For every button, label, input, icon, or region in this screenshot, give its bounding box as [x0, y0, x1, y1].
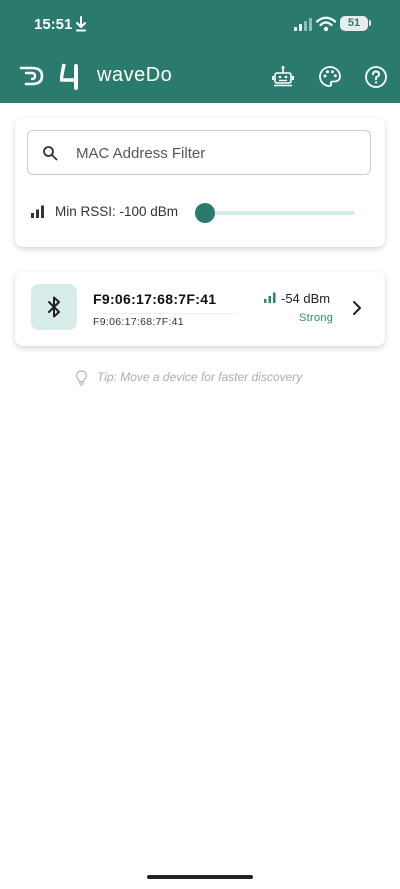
app-title: waveDo: [97, 64, 173, 86]
rssi-slider-thumb[interactable]: [195, 203, 215, 223]
rssi-slider-track[interactable]: [205, 211, 355, 215]
lightbulb-icon: [75, 370, 88, 386]
battery-tip: [369, 20, 371, 26]
status-bar: 15:51 51: [0, 0, 400, 48]
filter-card: Min RSSI: -100 dBm: [15, 118, 385, 247]
app-header: 15:51 51 waveDo: [0, 0, 400, 103]
download-icon: [76, 16, 86, 32]
min-rssi-label: Min RSSI: -100 dBm: [55, 204, 179, 219]
palette-icon[interactable]: [318, 65, 342, 89]
mac-filter-field[interactable]: [27, 130, 371, 175]
device-name: F9:06:17:68:7F:41: [93, 291, 217, 307]
device-card[interactable]: F9:06:17:68:7F:41 F9:06:17:68:7F:41 -54 …: [15, 272, 385, 346]
home-indicator[interactable]: [147, 875, 253, 879]
tip-text: Tip: Move a device for faster discovery: [97, 370, 303, 384]
signal-strength-icon: [31, 205, 44, 218]
device-mac: F9:06:17:68:7F:41: [93, 316, 184, 328]
divider: [93, 313, 238, 314]
signal-quality-label: Strong: [299, 312, 334, 324]
device-icon-tile: [31, 284, 77, 330]
chevron-right-icon[interactable]: [351, 300, 363, 316]
four-logo-icon: [60, 63, 78, 90]
device-rssi: -54 dBm: [281, 291, 331, 306]
search-icon: [43, 146, 58, 161]
mac-filter-input[interactable]: [76, 142, 356, 164]
cellular-signal-icon: [294, 18, 312, 31]
rssi-slider[interactable]: [195, 203, 355, 223]
help-icon[interactable]: [364, 65, 388, 89]
status-time: 15:51: [34, 16, 73, 33]
robot-icon[interactable]: [271, 64, 295, 88]
bluetooth-icon: [48, 296, 60, 318]
battery-icon: 51: [340, 16, 368, 31]
wifi-icon: [316, 16, 336, 32]
signal-strength-icon: [264, 292, 276, 303]
d-logo-icon: [19, 66, 44, 86]
